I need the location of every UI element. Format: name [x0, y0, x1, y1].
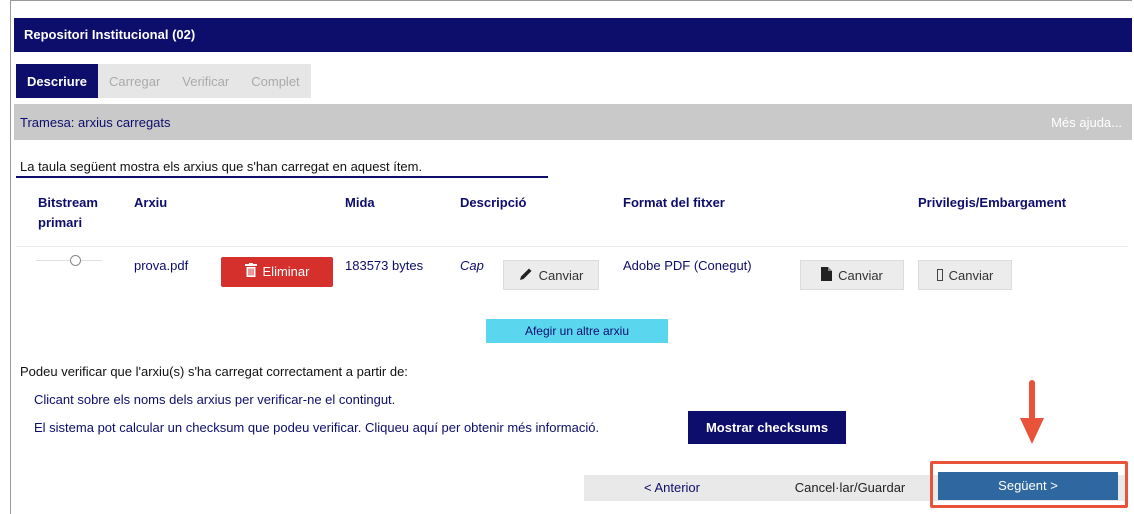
verify-item-2: El sistema pot calcular un checksum que … — [34, 420, 600, 435]
section-header: Tramesa: arxius carregats Més ajuda... — [14, 104, 1132, 140]
tab-complet[interactable]: Complet — [240, 64, 311, 98]
file-format: Adobe PDF (Conegut) — [623, 258, 752, 273]
step-tabs: Descriure Carregar Verificar Complet — [16, 64, 311, 98]
header-format: Format del fitxer — [623, 195, 725, 210]
delete-button[interactable]: Eliminar — [221, 257, 333, 287]
arrow-down-icon — [1020, 380, 1044, 444]
header-primary-line2: primari — [38, 215, 83, 230]
change-description-label: Canviar — [538, 268, 584, 283]
previous-button[interactable]: < Anterior — [584, 475, 760, 501]
table-intro: La taula següent mostra els arxius que s… — [20, 159, 423, 174]
pencil-icon — [519, 262, 533, 292]
tab-descriure[interactable]: Descriure — [16, 64, 98, 98]
header-privileges: Privilegis/Embargament — [918, 195, 1067, 210]
file-description: Cap — [460, 258, 484, 273]
file-size: 183573 bytes — [345, 258, 424, 273]
file-icon — [821, 262, 833, 292]
cancel-save-button[interactable]: Cancel·lar/Guardar — [780, 475, 920, 501]
tab-verificar[interactable]: Verificar — [171, 64, 241, 98]
change-privileges-button[interactable]: Canviar — [918, 260, 1012, 290]
radio-underline — [36, 260, 102, 261]
section-title: Tramesa: arxius carregats — [20, 115, 171, 130]
add-file-button[interactable]: Afegir un altre arxiu — [486, 319, 668, 343]
header-primary-bitstream: Bitstream primari — [38, 193, 98, 233]
change-privileges-label: Canviar — [948, 268, 994, 283]
intro-underline — [16, 176, 548, 178]
placeholder-icon — [936, 262, 943, 292]
header-title: Repositori Institucional (02) — [14, 18, 1132, 52]
header-description: Descripció — [460, 195, 527, 210]
show-checksums-button[interactable]: Mostrar checksums — [688, 411, 846, 444]
delete-label: Eliminar — [262, 264, 310, 279]
header-file: Arxiu — [134, 195, 168, 210]
header-size: Mida — [345, 195, 375, 210]
table-row-divider — [16, 246, 1128, 247]
help-link[interactable]: Més ajuda... — [1051, 104, 1122, 142]
header-primary-line1: Bitstream — [38, 195, 98, 210]
verify-intro: Podeu verificar que l'arxiu(s) s'ha carr… — [20, 364, 408, 379]
change-format-label: Canviar — [838, 268, 883, 283]
change-format-button[interactable]: Canviar — [800, 260, 904, 290]
file-name-link[interactable]: prova.pdf — [134, 258, 188, 273]
verify-item-1: Clicant sobre els noms dels arxius per v… — [34, 392, 396, 407]
trash-icon — [244, 258, 257, 288]
next-button[interactable]: Següent > — [938, 472, 1118, 500]
change-description-button[interactable]: Canviar — [503, 260, 599, 290]
tab-carregar[interactable]: Carregar — [97, 64, 172, 98]
primary-bitstream-radio[interactable] — [70, 255, 81, 266]
